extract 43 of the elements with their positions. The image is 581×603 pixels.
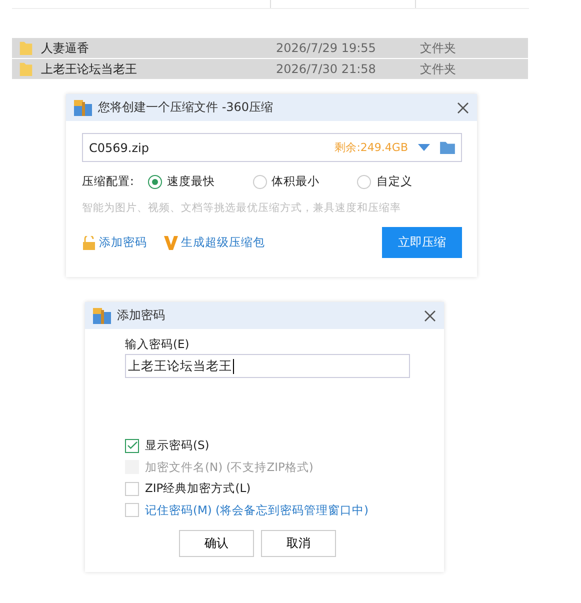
radio-button[interactable] [148, 174, 162, 188]
folder-icon[interactable] [440, 141, 455, 154]
password-field[interactable]: 上老王论坛当老王 [125, 354, 410, 378]
dropdown-icon[interactable] [418, 144, 430, 151]
file-row[interactable]: 上老王论坛当老王 2026/7/30 21:58 文件夹 [12, 59, 528, 80]
file-type: 文件夹 [420, 60, 456, 78]
file-name: 上老王论坛当老王 [41, 60, 138, 78]
add-password-link[interactable]: 添加密码 [99, 235, 147, 250]
archive-icon [74, 100, 92, 116]
checkbox[interactable] [125, 503, 139, 518]
dialog-button[interactable]: 取消 [261, 530, 336, 557]
super-package-link[interactable]: 生成超级压缩包 [181, 235, 265, 250]
v-icon [164, 236, 178, 250]
checkbox-label[interactable]: ZIP经典加密方式(L) [145, 481, 251, 496]
file-name: 人妻逼香 [41, 40, 90, 56]
folder-icon [19, 61, 33, 77]
radio-button[interactable] [357, 174, 372, 188]
option-label[interactable]: 体积最小 [272, 174, 320, 189]
option-label[interactable]: 自定义 [376, 174, 412, 189]
file-type: 文件夹 [420, 40, 456, 56]
dialog-button[interactable]: 确认 [179, 530, 254, 557]
checkbox-label[interactable]: 显示密码(S) [145, 438, 210, 454]
filename-field[interactable]: C0569.zip 剩余:249.4GB [82, 133, 462, 162]
file-date: 2026/7/30 21:58 [276, 62, 377, 76]
checkbox[interactable] [125, 482, 139, 496]
archive-icon [93, 308, 111, 324]
config-label: 压缩配置: [82, 174, 135, 189]
radio-button[interactable] [252, 174, 267, 188]
close-icon[interactable] [424, 310, 436, 322]
hint-text: 智能为图片、视频、文档等挑选最优压缩方式，兼具速度和压缩率 [82, 201, 402, 215]
checkbox-label[interactable]: 记住密码(M) (将会备忘到密码管理窗口中) [145, 502, 369, 518]
field-label: 输入密码(E) [125, 337, 190, 352]
close-icon[interactable] [457, 102, 469, 114]
file-row[interactable]: 人妻逼香 2026/7/29 19:55 文件夹 [12, 38, 528, 59]
file-date: 2026/7/29 19:55 [276, 41, 377, 55]
free-space: 剩余:249.4GB [334, 140, 408, 155]
filename-value: C0569.zip [89, 140, 150, 154]
window-title: 添加密码 [117, 307, 166, 324]
folder-icon [19, 40, 33, 56]
checkbox[interactable] [125, 438, 139, 453]
padlock-icon [82, 236, 96, 250]
option-label[interactable]: 速度最快 [166, 174, 215, 189]
window-title: 您将创建一个压缩文件 -360压缩 [98, 99, 274, 116]
